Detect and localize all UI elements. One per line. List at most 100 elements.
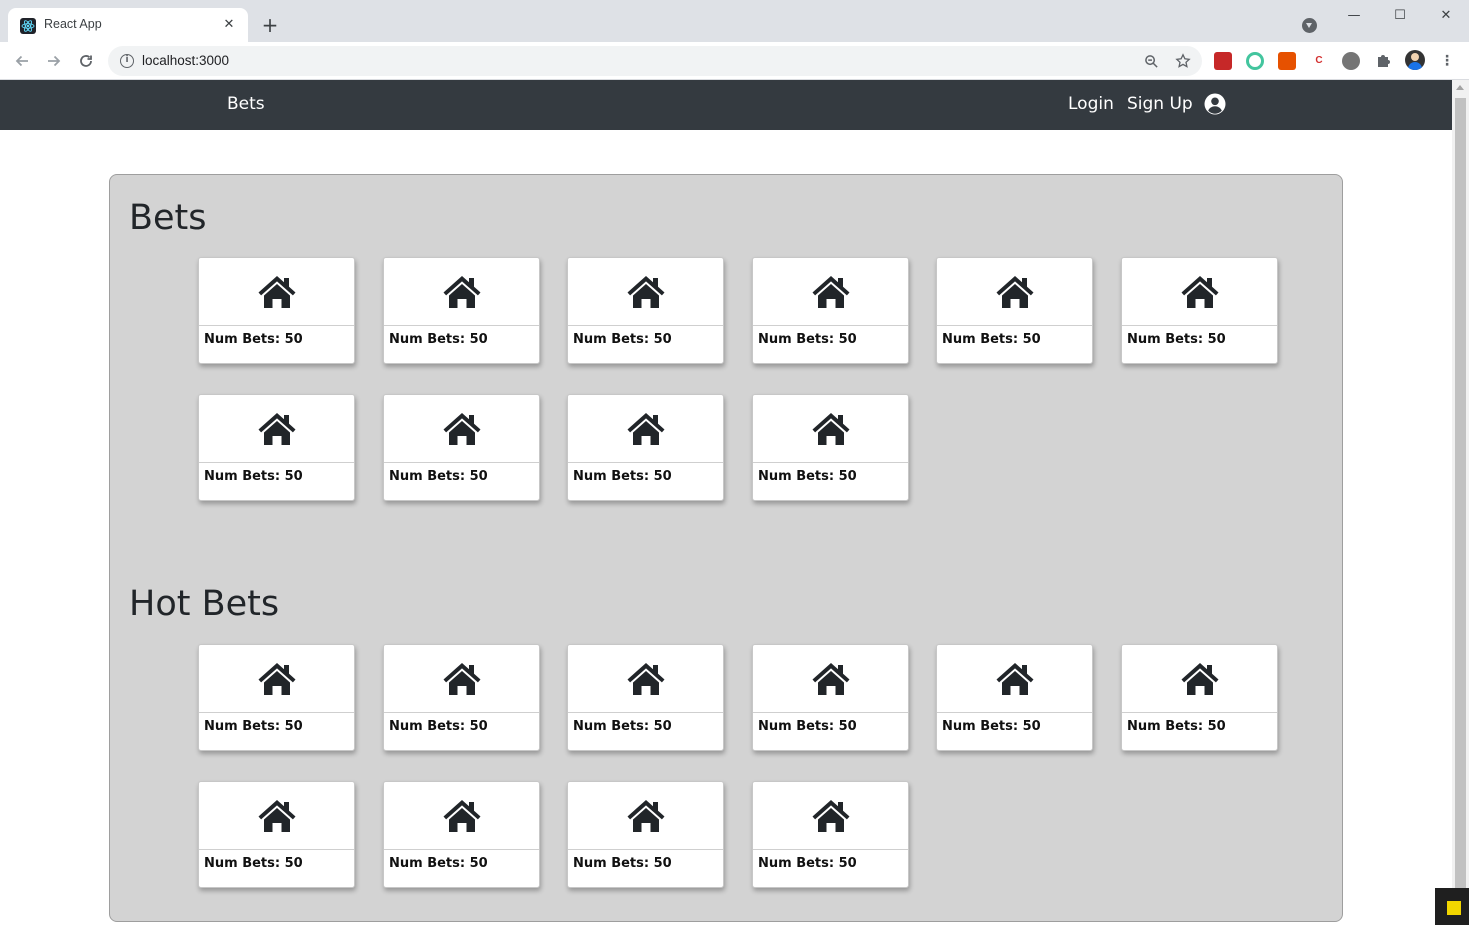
card-icon-area bbox=[384, 258, 539, 326]
card-icon-area bbox=[199, 645, 354, 713]
new-tab-button[interactable]: + bbox=[258, 13, 282, 37]
bet-card[interactable]: Num Bets: 50 bbox=[198, 644, 355, 751]
scroll-up-icon[interactable] bbox=[1456, 85, 1464, 90]
bet-card[interactable]: Num Bets: 50 bbox=[567, 781, 724, 888]
card-label: Num Bets: 50 bbox=[573, 719, 672, 734]
bet-card[interactable]: Num Bets: 50 bbox=[1121, 257, 1278, 364]
card-label: Num Bets: 50 bbox=[204, 332, 303, 347]
bet-card[interactable]: Num Bets: 50 bbox=[752, 644, 909, 751]
signup-link[interactable]: Sign Up bbox=[1127, 94, 1193, 114]
tab-title: React App bbox=[44, 17, 102, 31]
bet-card[interactable]: Num Bets: 50 bbox=[383, 644, 540, 751]
profile-avatar[interactable] bbox=[1405, 50, 1425, 70]
c-extension-icon[interactable]: C bbox=[1310, 52, 1328, 70]
card-icon-area bbox=[568, 395, 723, 463]
card-icon-area bbox=[1122, 645, 1277, 713]
card-icon-area bbox=[384, 395, 539, 463]
page-scrollbar[interactable] bbox=[1452, 80, 1469, 925]
maximize-button[interactable]: ☐ bbox=[1388, 6, 1412, 26]
reload-icon bbox=[80, 55, 92, 67]
house-icon bbox=[258, 799, 295, 832]
bet-card[interactable]: Num Bets: 50 bbox=[752, 394, 909, 501]
minimize-button[interactable]: — bbox=[1342, 6, 1366, 26]
card-label: Num Bets: 50 bbox=[389, 332, 488, 347]
card-icon-area bbox=[753, 645, 908, 713]
bet-card[interactable]: Num Bets: 50 bbox=[936, 257, 1093, 364]
house-icon bbox=[812, 799, 849, 832]
bet-card[interactable]: Num Bets: 50 bbox=[936, 644, 1093, 751]
card-icon-area bbox=[568, 258, 723, 326]
card-icon-area bbox=[568, 782, 723, 850]
house-icon bbox=[812, 275, 849, 308]
card-label: Num Bets: 50 bbox=[942, 332, 1041, 347]
house-icon bbox=[443, 662, 480, 695]
card-icon-area bbox=[199, 782, 354, 850]
card-label: Num Bets: 50 bbox=[1127, 719, 1226, 734]
sphere-extension-icon[interactable] bbox=[1342, 52, 1360, 70]
card-label: Num Bets: 50 bbox=[389, 719, 488, 734]
bet-card[interactable]: Num Bets: 50 bbox=[198, 257, 355, 364]
pdf-extension-icon[interactable] bbox=[1278, 52, 1296, 70]
browser-menu-icon[interactable]: ⋮ bbox=[1440, 52, 1454, 70]
bet-card[interactable]: Num Bets: 50 bbox=[567, 644, 724, 751]
reload-button[interactable] bbox=[75, 50, 97, 72]
card-label: Num Bets: 50 bbox=[389, 469, 488, 484]
bets-panel: Bets Num Bets: 50 Num Bets: 50 Num Bets: 5… bbox=[109, 174, 1343, 922]
card-label: Num Bets: 50 bbox=[389, 856, 488, 871]
green-ring-extension-icon[interactable] bbox=[1246, 52, 1264, 70]
card-label: Num Bets: 50 bbox=[573, 856, 672, 871]
bet-card[interactable]: Num Bets: 50 bbox=[1121, 644, 1278, 751]
browser-tab[interactable]: React App ✕ bbox=[8, 8, 248, 42]
house-icon bbox=[996, 275, 1033, 308]
card-label: Num Bets: 50 bbox=[758, 719, 857, 734]
bet-card[interactable]: Num Bets: 50 bbox=[383, 394, 540, 501]
card-label: Num Bets: 50 bbox=[573, 332, 672, 347]
tab-search-icon[interactable] bbox=[1302, 18, 1317, 33]
house-icon bbox=[258, 662, 295, 695]
house-icon bbox=[627, 662, 664, 695]
page-viewport: Bets Login Sign Up Bets Num Bets: 50 Num … bbox=[0, 80, 1452, 925]
house-icon bbox=[258, 412, 295, 445]
login-link[interactable]: Login bbox=[1068, 94, 1114, 114]
card-icon-area bbox=[753, 782, 908, 850]
back-button[interactable] bbox=[11, 50, 33, 72]
bet-card[interactable]: Num Bets: 50 bbox=[567, 394, 724, 501]
address-url[interactable]: localhost:3000 bbox=[142, 53, 229, 68]
red-extension-icon[interactable] bbox=[1214, 52, 1232, 70]
card-icon-area bbox=[384, 782, 539, 850]
close-window-button[interactable]: ✕ bbox=[1434, 6, 1458, 26]
forward-button[interactable] bbox=[43, 50, 65, 72]
card-icon-area bbox=[753, 258, 908, 326]
house-icon bbox=[627, 799, 664, 832]
site-info-icon[interactable]: i bbox=[120, 54, 134, 68]
bet-card[interactable]: Num Bets: 50 bbox=[383, 781, 540, 888]
zoom-icon[interactable] bbox=[1142, 52, 1160, 70]
house-icon bbox=[1181, 275, 1218, 308]
user-circle-icon[interactable] bbox=[1204, 93, 1226, 115]
card-icon-area bbox=[199, 258, 354, 326]
navbar-brand[interactable]: Bets bbox=[227, 94, 265, 114]
bet-card[interactable]: Num Bets: 50 bbox=[198, 781, 355, 888]
bet-card[interactable]: Num Bets: 50 bbox=[752, 257, 909, 364]
card-icon-area bbox=[568, 645, 723, 713]
tab-close-icon[interactable]: ✕ bbox=[220, 16, 238, 34]
puzzle-extension-icon[interactable] bbox=[1374, 52, 1392, 70]
address-bar[interactable]: i localhost:3000 bbox=[108, 46, 1202, 76]
bet-card[interactable]: Num Bets: 50 bbox=[198, 394, 355, 501]
scroll-thumb[interactable] bbox=[1455, 98, 1466, 890]
notification-badge-icon bbox=[1447, 901, 1461, 915]
bet-card[interactable]: Num Bets: 50 bbox=[383, 257, 540, 364]
card-label: Num Bets: 50 bbox=[758, 856, 857, 871]
hot-bets-section-title: Hot Bets bbox=[129, 584, 280, 624]
house-icon bbox=[443, 412, 480, 445]
bookmark-star-icon[interactable] bbox=[1174, 52, 1192, 70]
forward-arrow-icon bbox=[48, 55, 61, 67]
card-icon-area bbox=[384, 645, 539, 713]
house-icon bbox=[258, 275, 295, 308]
bet-card[interactable]: Num Bets: 50 bbox=[567, 257, 724, 364]
bet-card[interactable]: Num Bets: 50 bbox=[752, 781, 909, 888]
card-label: Num Bets: 50 bbox=[758, 332, 857, 347]
card-label: Num Bets: 50 bbox=[1127, 332, 1226, 347]
house-icon bbox=[812, 412, 849, 445]
house-icon bbox=[443, 275, 480, 308]
